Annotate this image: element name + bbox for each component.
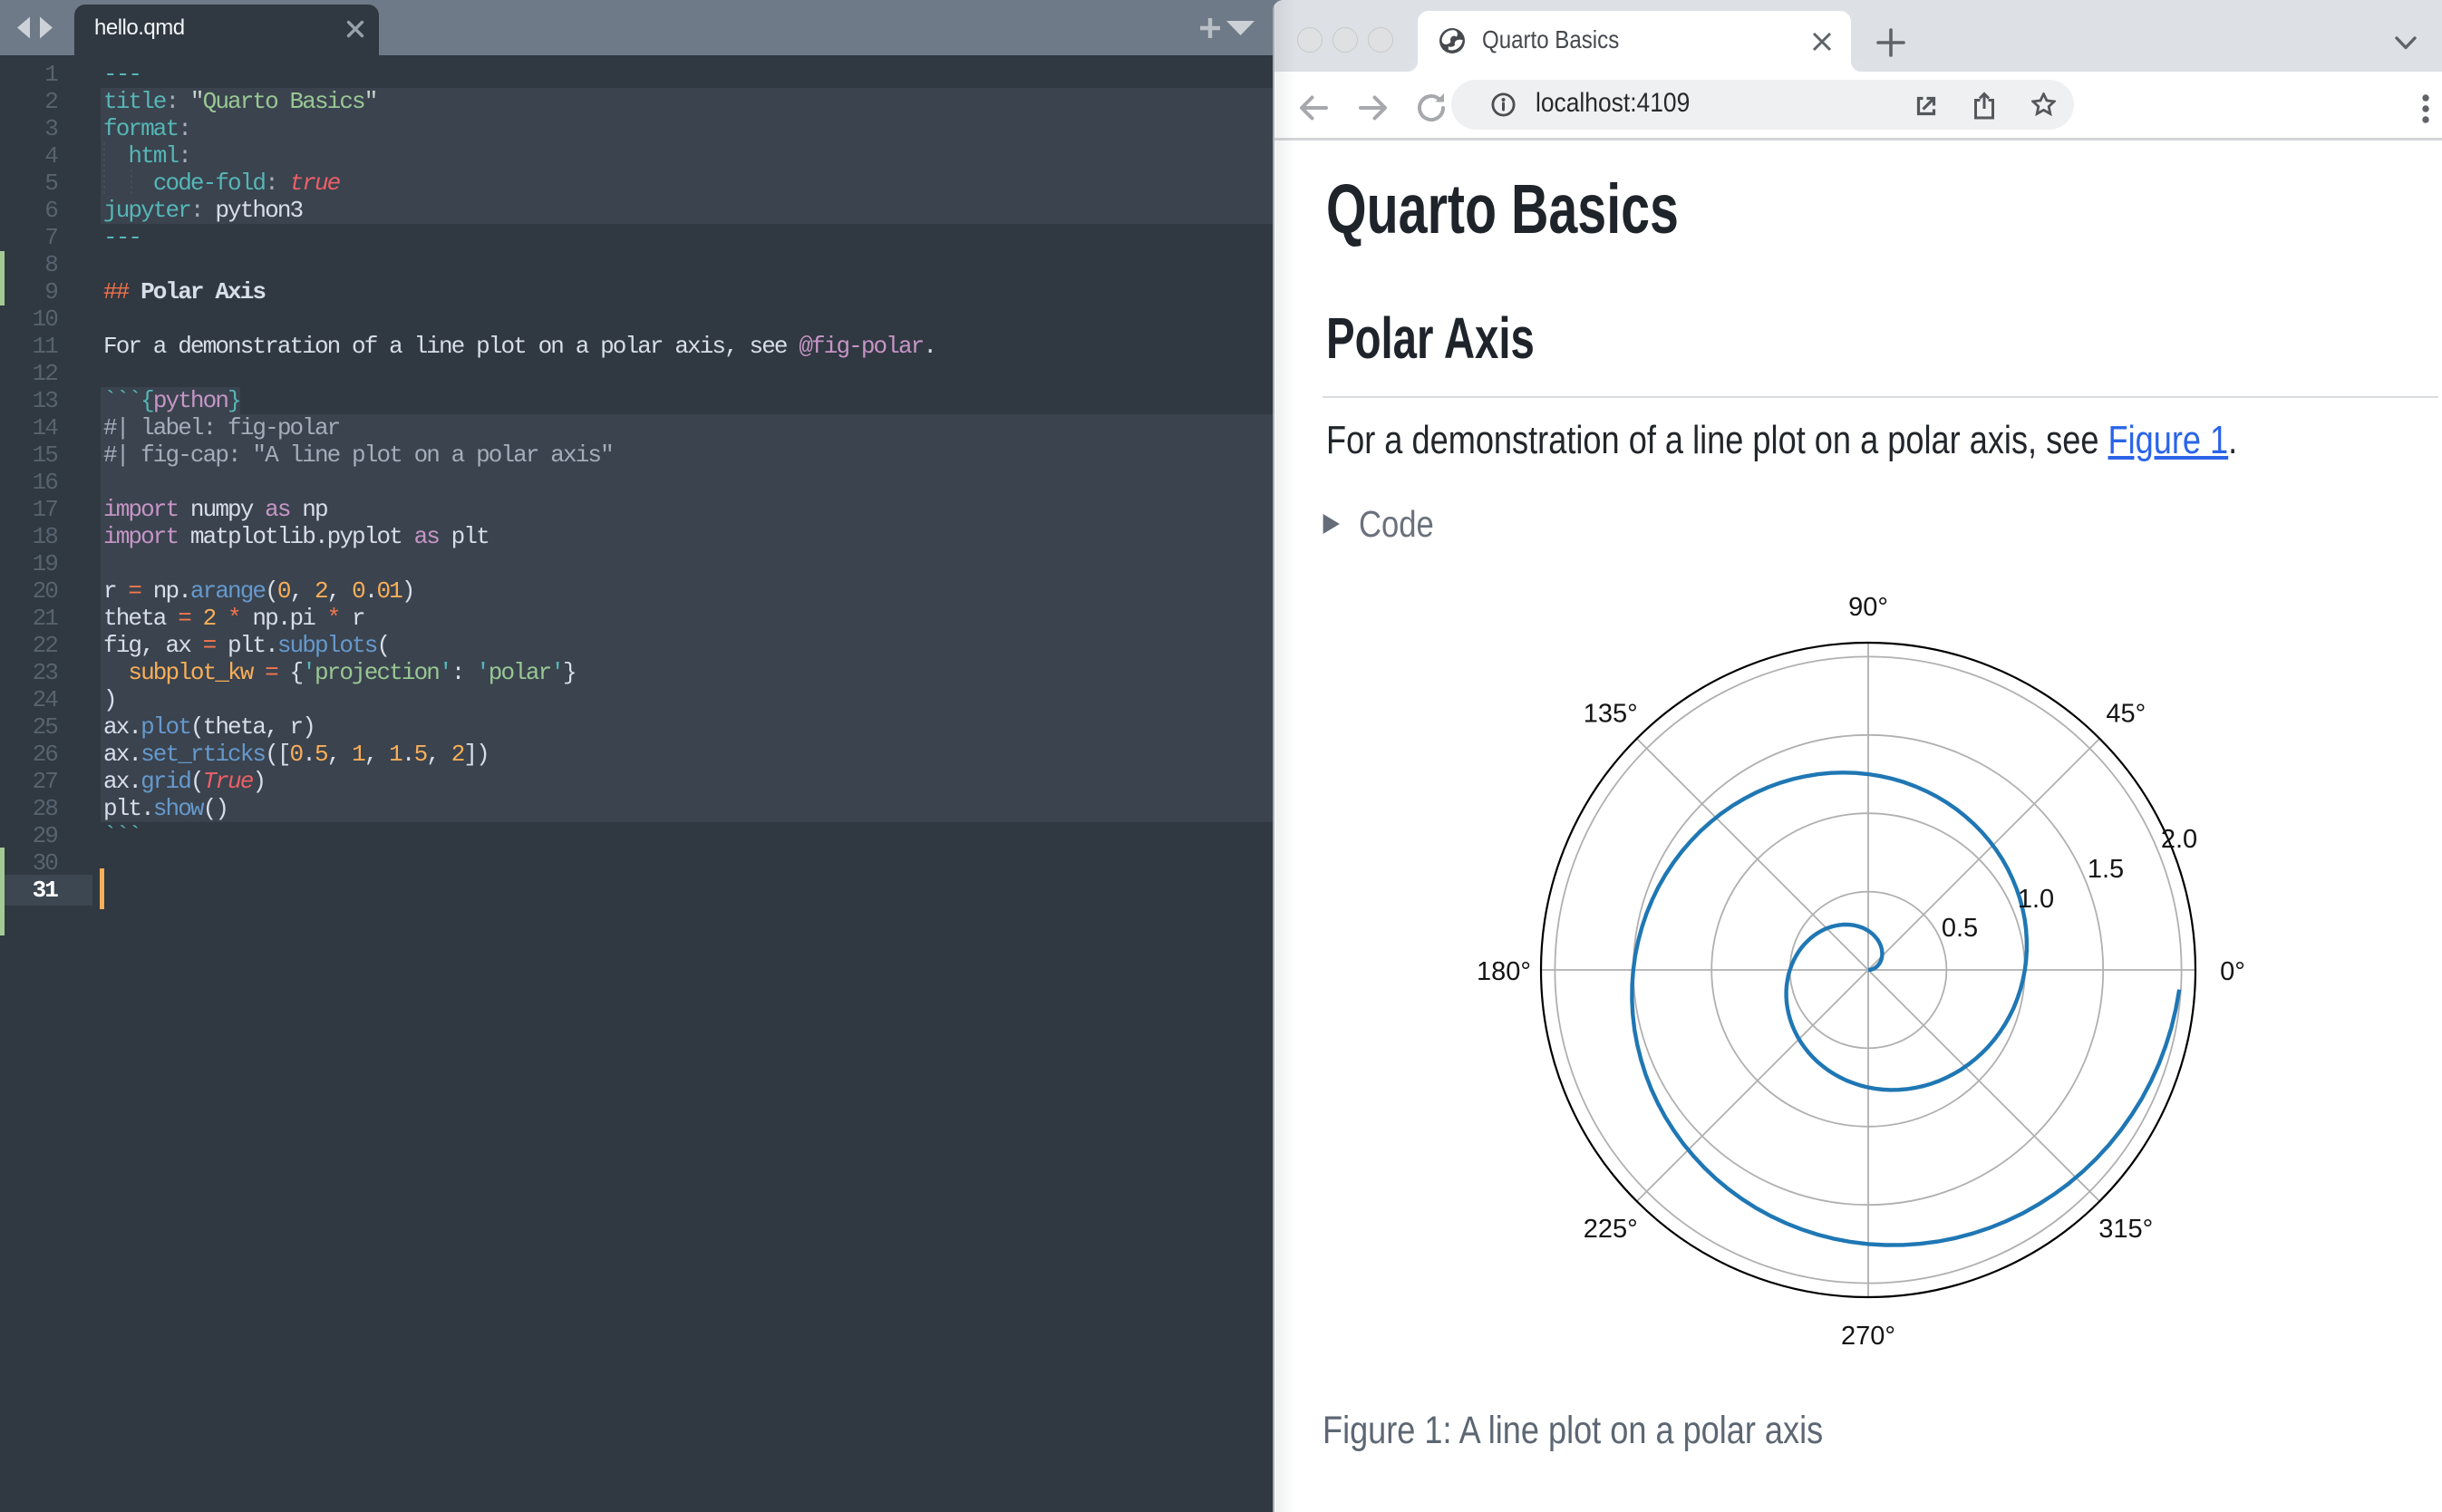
svg-text:0°: 0° xyxy=(2220,957,2245,986)
svg-text:2.0: 2.0 xyxy=(2161,825,2197,854)
svg-text:180°: 180° xyxy=(1477,957,1531,986)
svg-text:315°: 315° xyxy=(2098,1215,2153,1244)
svg-text:135°: 135° xyxy=(1584,700,1638,729)
svg-text:270°: 270° xyxy=(1841,1322,1895,1351)
svg-text:90°: 90° xyxy=(1848,593,1888,622)
svg-text:1.5: 1.5 xyxy=(2088,855,2124,884)
svg-text:225°: 225° xyxy=(1584,1215,1638,1244)
svg-text:1.0: 1.0 xyxy=(2018,885,2054,914)
svg-text:45°: 45° xyxy=(2106,700,2146,729)
svg-text:0.5: 0.5 xyxy=(1942,914,1978,943)
